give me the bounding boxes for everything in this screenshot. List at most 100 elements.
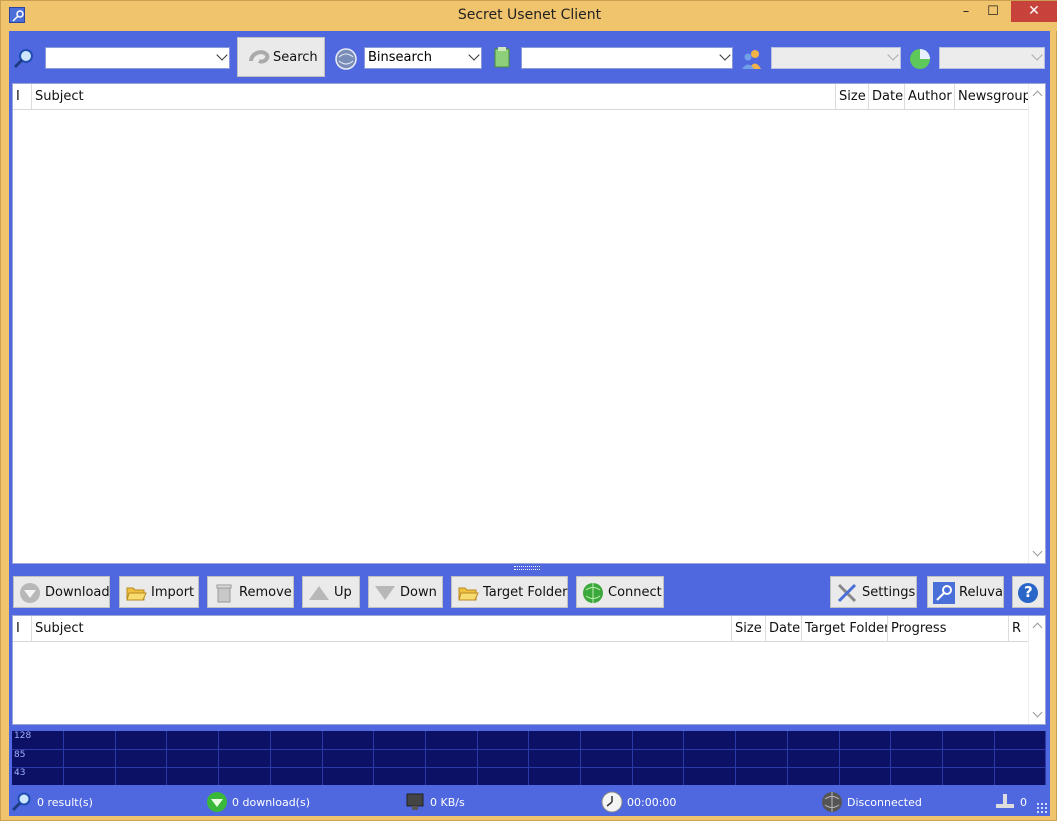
results-grid[interactable]: I Subject Size Date Author Newsgroup (12, 83, 1046, 564)
minimize-button[interactable]: – (951, 1, 981, 23)
graph-gridline (63, 731, 64, 785)
graph-gridline (115, 731, 116, 785)
search-toolbar: Search Binsearch (9, 31, 1050, 83)
import-button[interactable]: Import (119, 576, 199, 608)
scroll-down-icon[interactable] (1032, 707, 1043, 718)
col-newsgroup[interactable]: Newsgroup (955, 84, 1029, 110)
queue-scrollbar[interactable] (1028, 616, 1045, 724)
connect-button[interactable]: Connect (576, 576, 664, 608)
graph-gridline (373, 731, 374, 785)
queue-header: I Subject Size Date Target Folder Progre… (13, 616, 1029, 642)
col-progress[interactable]: Progress (888, 616, 1009, 642)
col-indicator[interactable]: I (13, 616, 32, 642)
user-select[interactable] (771, 47, 901, 69)
magnifier-icon (12, 47, 34, 69)
maximize-button[interactable]: ☐ (978, 1, 1008, 23)
search-button-label: Search (273, 50, 318, 65)
graph-label-mid: 85 (14, 750, 26, 760)
clock-icon (601, 791, 623, 813)
splitter-handle[interactable] (514, 566, 540, 570)
results-scrollbar[interactable] (1028, 84, 1045, 563)
queue-grid[interactable]: I Subject Size Date Target Folder Progre… (12, 615, 1046, 725)
speed-graph: 128 85 43 (12, 731, 1046, 785)
reluva-button[interactable]: Reluva (927, 576, 1004, 608)
scroll-up-icon[interactable] (1032, 622, 1043, 633)
settings-button[interactable]: Settings (830, 576, 917, 608)
folder-icon (457, 582, 479, 604)
move-down-button[interactable]: Down (368, 576, 443, 608)
monitor-icon (404, 791, 426, 813)
network-icon (994, 791, 1016, 813)
graph-gridline (322, 731, 323, 785)
remove-button[interactable]: Remove (207, 576, 294, 608)
search-input[interactable] (45, 47, 230, 69)
graph-gridline (787, 731, 788, 785)
chevron-down-icon (887, 49, 899, 61)
green-globe-icon (582, 582, 604, 604)
col-r[interactable]: R (1009, 616, 1029, 642)
graph-label-top: 128 (14, 731, 32, 741)
col-target-folder[interactable]: Target Folder (802, 616, 888, 642)
chevron-down-icon (216, 49, 228, 61)
search-button[interactable]: Search (237, 37, 325, 77)
tools-icon (836, 582, 858, 604)
users-icon (740, 47, 762, 69)
app-window: Secret Usenet Client – ☐ ✕ Search Binsea… (0, 0, 1057, 821)
graph-label-low: 43 (14, 768, 26, 778)
graph-gridline (477, 731, 478, 785)
filter-select[interactable] (939, 47, 1045, 69)
close-button[interactable]: ✕ (1011, 1, 1057, 22)
magnifier-icon (11, 791, 33, 813)
download-arrow-icon (19, 582, 41, 604)
pie-chart-icon (908, 47, 930, 69)
graph-gridline (1045, 731, 1046, 785)
download-button[interactable]: Download (13, 576, 110, 608)
col-subject[interactable]: Subject (32, 616, 732, 642)
graph-gridline (683, 731, 684, 785)
help-button[interactable]: ? (1012, 576, 1044, 608)
chevron-down-icon (468, 49, 480, 61)
graph-gridline (839, 731, 840, 785)
client-area: Search Binsearch I Subject Size Date Aut… (9, 31, 1050, 816)
graph-gridline (425, 731, 426, 785)
graph-gridline (270, 731, 271, 785)
col-date[interactable]: Date (869, 84, 905, 110)
key-icon (933, 582, 955, 604)
arrow-up-icon (308, 582, 330, 604)
target-folder-button[interactable]: Target Folder (451, 576, 568, 608)
results-header: I Subject Size Date Author Newsgroup (13, 84, 1029, 110)
status-bar: 0 result(s) 0 download(s) 0 KB/s 00:00:0… (9, 787, 1050, 816)
move-up-button[interactable]: Up (302, 576, 360, 608)
search-swirl-icon (247, 47, 271, 73)
scroll-down-icon[interactable] (1032, 546, 1043, 557)
globe-icon (821, 791, 843, 813)
title-bar: Secret Usenet Client – ☐ ✕ (1, 1, 1057, 31)
col-size[interactable]: Size (836, 84, 869, 110)
graph-gridline (994, 731, 995, 785)
col-indicator[interactable]: I (13, 84, 32, 110)
graph-gridline (218, 731, 219, 785)
provider-select[interactable]: Binsearch (364, 47, 482, 69)
scroll-up-icon[interactable] (1032, 90, 1043, 101)
graph-gridline (580, 731, 581, 785)
folder-open-icon (125, 582, 147, 604)
arrow-down-icon (374, 582, 396, 604)
newsgroup-input[interactable] (521, 47, 733, 69)
graph-gridline (632, 731, 633, 785)
chevron-down-icon (1031, 49, 1043, 61)
col-author[interactable]: Author (905, 84, 955, 110)
graph-gridline (166, 731, 167, 785)
graph-gridline (528, 731, 529, 785)
graph-gridline (735, 731, 736, 785)
download-arrow-icon (206, 791, 228, 813)
chevron-down-icon (719, 49, 731, 61)
col-size[interactable]: Size (732, 616, 766, 642)
graph-gridline (942, 731, 943, 785)
graph-gridline (890, 731, 891, 785)
col-subject[interactable]: Subject (32, 84, 836, 110)
window-title: Secret Usenet Client (457, 7, 602, 23)
col-date[interactable]: Date (766, 616, 802, 642)
newsgroup-note-icon (492, 47, 514, 69)
resize-grip[interactable] (1036, 802, 1048, 814)
globe-icon (334, 47, 357, 70)
